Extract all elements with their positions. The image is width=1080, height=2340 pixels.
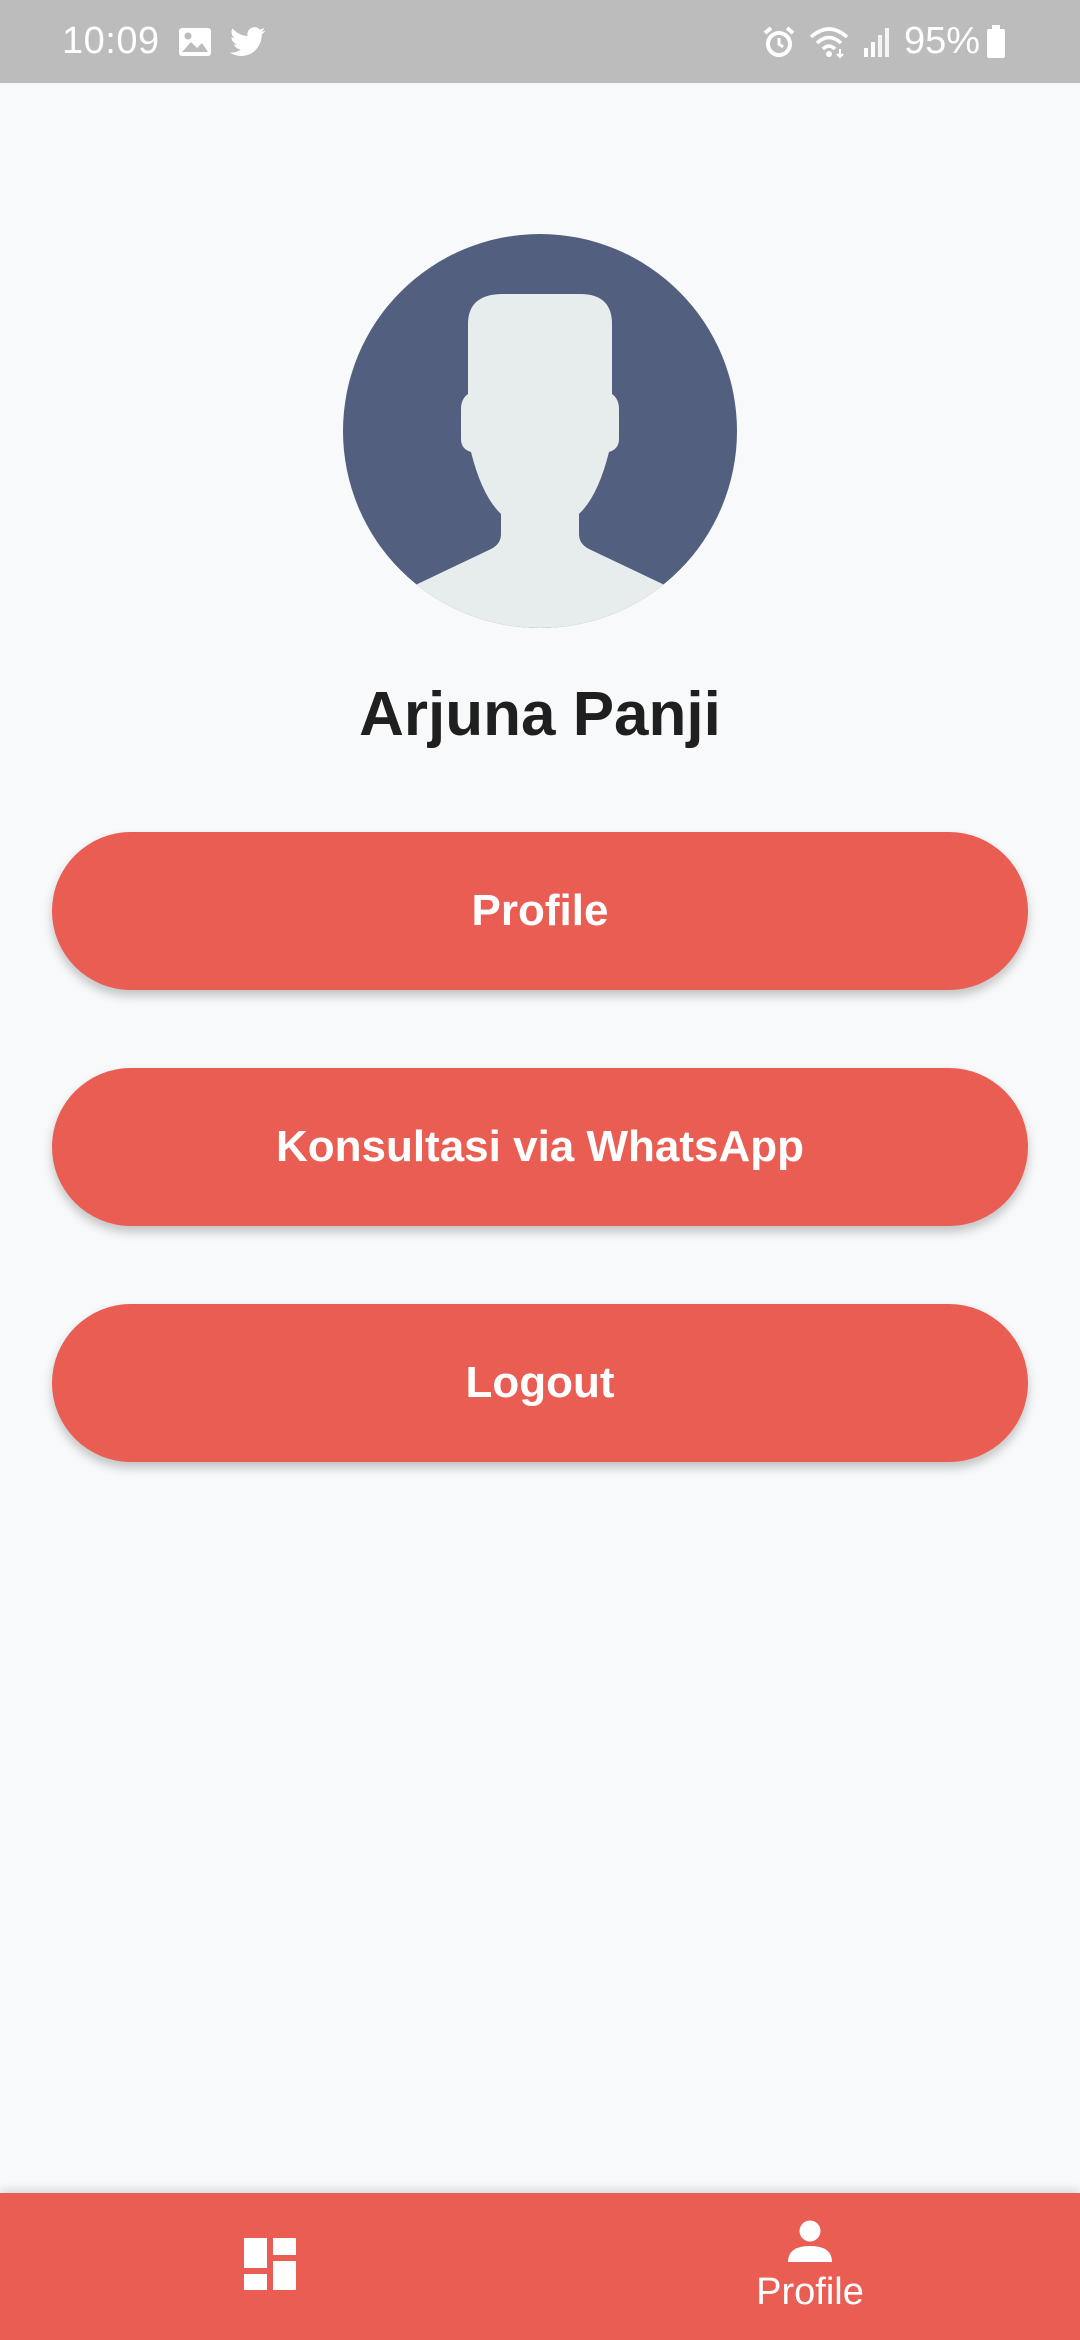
status-time: 10:09 bbox=[62, 20, 160, 62]
logout-button[interactable]: Logout bbox=[52, 1304, 1028, 1462]
signal-icon bbox=[862, 26, 892, 58]
alarm-icon bbox=[762, 25, 796, 59]
battery-percent: 95% bbox=[903, 20, 980, 62]
profile-screen: 10:09 95% Arjuna Panji Profile Konsultas… bbox=[0, 0, 1080, 2340]
status-bar: 10:09 95% bbox=[0, 0, 1080, 83]
profile-button[interactable]: Profile bbox=[52, 832, 1028, 990]
nav-item-profile[interactable]: Profile bbox=[540, 2193, 1080, 2340]
default-avatar-icon bbox=[343, 234, 737, 628]
battery-icon bbox=[986, 24, 1006, 59]
status-left: 10:09 bbox=[62, 20, 266, 63]
wifi-icon bbox=[808, 25, 850, 59]
twitter-icon bbox=[229, 26, 266, 57]
status-right: 95% bbox=[762, 20, 1018, 63]
nav-profile-label: Profile bbox=[756, 2270, 864, 2313]
bottom-nav: Profile bbox=[0, 2193, 1080, 2340]
nav-item-dashboard[interactable] bbox=[0, 2193, 540, 2340]
user-name: Arjuna Panji bbox=[359, 680, 721, 749]
user-avatar bbox=[343, 234, 737, 628]
person-icon bbox=[786, 2220, 834, 2269]
whatsapp-consultation-button[interactable]: Konsultasi via WhatsApp bbox=[52, 1068, 1028, 1226]
gallery-icon bbox=[178, 27, 212, 57]
dashboard-icon bbox=[244, 2238, 296, 2295]
